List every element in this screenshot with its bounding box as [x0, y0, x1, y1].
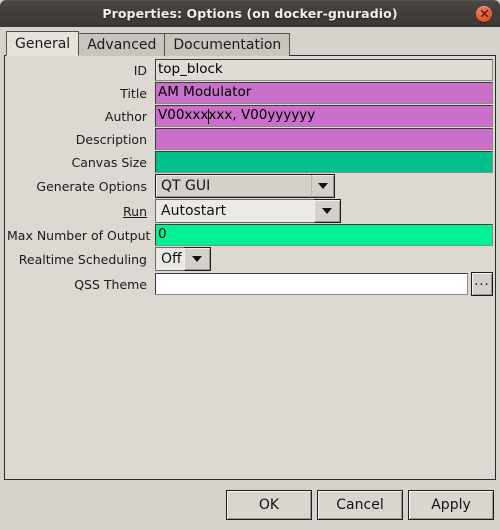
form-row-max-number-of-output: Max Number of Output 0 [7, 224, 493, 246]
author-text-after-caret: xxx, V00yyyyyy [208, 107, 316, 124]
ok-button[interactable]: OK [226, 490, 312, 520]
field-wrap-run: Autostart [155, 199, 493, 223]
tab-documentation[interactable]: Documentation [164, 33, 291, 56]
combo-run-arrow[interactable] [314, 200, 340, 222]
window-title: Properties: Options (on docker-gnuradio) [102, 6, 398, 21]
dialog-button-bar: OK Cancel Apply [0, 480, 500, 530]
chevron-down-icon [318, 183, 328, 189]
properties-dialog-window: Properties: Options (on docker-gnuradio)… [0, 0, 500, 530]
field-wrap-realtime-scheduling: Off [155, 247, 493, 271]
author-text-before-caret: V00xxx [158, 107, 209, 124]
input-canvas-size[interactable] [155, 151, 493, 173]
field-wrap-title: AM Modulator [155, 82, 493, 104]
input-title[interactable]: AM Modulator [155, 82, 493, 104]
label-id: ID [133, 62, 147, 78]
label-title: Title [120, 85, 147, 101]
label-description: Description [75, 131, 147, 147]
dialog-body: General Advanced Documentation ID top_bl… [0, 27, 500, 480]
close-icon [480, 9, 488, 18]
browse-button[interactable]: ... [471, 272, 493, 296]
tab-advanced[interactable]: Advanced [78, 33, 166, 56]
combo-realtime-scheduling-value: Off [155, 247, 184, 271]
tab-general-label: General [15, 35, 71, 52]
tab-panel-general: ID top_block Title AM Modulator Author V… [4, 55, 496, 480]
field-wrap-qss-theme: ... [155, 272, 493, 296]
tab-advanced-label: Advanced [87, 37, 157, 53]
chevron-down-icon [322, 208, 332, 214]
form-row-author: Author V00xxx xxx, V00yyyyyy [7, 105, 493, 127]
field-wrap-generate-options: QT GUI [155, 174, 493, 198]
form-row-realtime-scheduling: Realtime Scheduling Off [7, 247, 493, 271]
label-max-number-of-output: Max Number of Output [7, 227, 151, 243]
properties-form: ID top_block Title AM Modulator Author V… [7, 59, 493, 296]
form-row-description: Description [7, 128, 493, 150]
field-wrap-description [155, 128, 493, 150]
label-generate-options: Generate Options [36, 178, 147, 194]
combo-generate-options-arrow[interactable] [311, 175, 334, 197]
form-row-qss-theme: QSS Theme ... [7, 272, 493, 296]
label-canvas-size: Canvas Size [71, 154, 147, 170]
form-row-canvas-size: Canvas Size [7, 151, 493, 173]
label-run: Run [123, 203, 147, 219]
apply-button[interactable]: Apply [408, 490, 494, 520]
input-id[interactable]: top_block [155, 59, 493, 81]
label-qss-theme: QSS Theme [74, 276, 147, 292]
combo-generate-options[interactable]: QT GUI [155, 174, 335, 198]
combo-run[interactable]: Autostart [155, 199, 341, 223]
input-author[interactable]: V00xxx xxx, V00yyyyyy [155, 105, 493, 127]
tab-documentation-label: Documentation [173, 37, 282, 53]
field-wrap-author: V00xxx xxx, V00yyyyyy [155, 105, 493, 127]
cancel-button[interactable]: Cancel [317, 490, 403, 520]
input-description[interactable] [155, 128, 493, 150]
form-row-id: ID top_block [7, 59, 493, 81]
tab-general[interactable]: General [6, 31, 80, 56]
combo-run-value: Autostart [155, 199, 314, 223]
tab-bar: General Advanced Documentation [4, 31, 496, 56]
combo-realtime-scheduling-arrow[interactable] [184, 248, 210, 270]
input-qss-theme[interactable] [155, 273, 468, 295]
close-button[interactable] [476, 5, 492, 22]
input-max-number-of-output[interactable]: 0 [155, 224, 493, 246]
form-row-generate-options: Generate Options QT GUI [7, 174, 493, 198]
label-realtime-scheduling: Realtime Scheduling [18, 251, 147, 267]
field-wrap-max-number-of-output: 0 [155, 224, 493, 246]
form-row-run: Run Autostart [7, 199, 493, 223]
label-author: Author [104, 108, 147, 124]
combo-realtime-scheduling[interactable]: Off [155, 247, 211, 271]
combo-generate-options-value: QT GUI [161, 178, 211, 194]
title-bar[interactable]: Properties: Options (on docker-gnuradio) [0, 0, 500, 27]
field-wrap-id: top_block [155, 59, 493, 81]
chevron-down-icon [192, 256, 202, 262]
field-wrap-canvas-size [155, 151, 493, 173]
form-row-title: Title AM Modulator [7, 82, 493, 104]
